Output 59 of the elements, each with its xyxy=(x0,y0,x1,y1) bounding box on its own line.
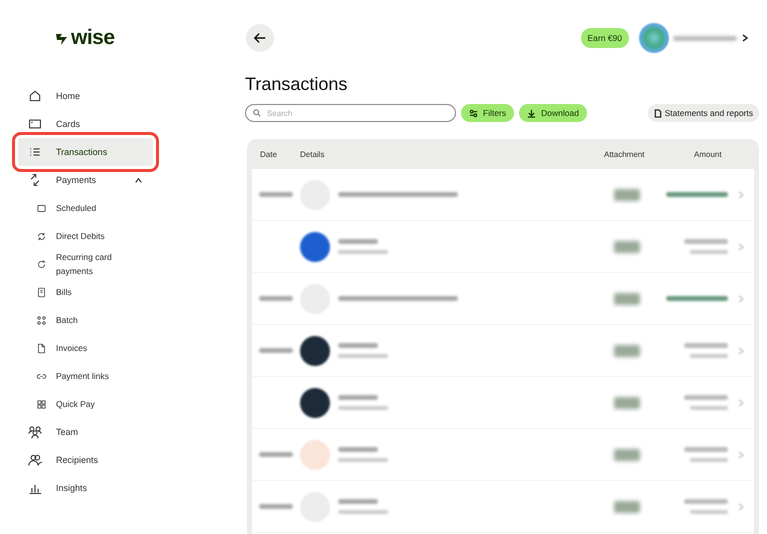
back-button[interactable] xyxy=(246,24,274,52)
sidebar-subitem[interactable]: Payment links xyxy=(18,362,240,390)
sidebar-item[interactable]: Home xyxy=(18,82,153,110)
refresh-icon xyxy=(36,258,47,270)
sidebar-item[interactable]: Transactions xyxy=(18,138,153,166)
download-icon xyxy=(527,108,536,118)
avatar[interactable] xyxy=(639,23,669,53)
sidebar-item[interactable]: Team xyxy=(18,418,153,446)
arrows-icon xyxy=(28,173,42,187)
sidebar-subitem[interactable]: Invoices xyxy=(18,334,240,362)
column-header: Details xyxy=(300,150,326,158)
grid-icon xyxy=(36,398,47,410)
blurred-amount xyxy=(690,458,728,462)
dots-icon xyxy=(36,314,47,326)
card-icon xyxy=(28,117,42,131)
sliders-icon xyxy=(469,108,478,118)
blurred-text xyxy=(338,499,378,504)
logo-text[interactable]: wise xyxy=(71,26,115,50)
arrow-left-icon xyxy=(253,31,267,45)
blurred-amount xyxy=(690,510,728,514)
caret-icon[interactable] xyxy=(134,176,143,184)
document-icon xyxy=(36,342,47,354)
blurred-text xyxy=(338,239,378,244)
blurred-amount xyxy=(690,354,728,358)
blurred-text xyxy=(338,395,378,400)
earn-button[interactable]: Earn €90 xyxy=(580,28,629,48)
page-title: Transactions xyxy=(245,74,348,95)
search-icon xyxy=(253,109,261,117)
document-icon xyxy=(654,108,662,118)
blurred-amount xyxy=(690,250,728,254)
download-button[interactable]: Download xyxy=(519,104,587,122)
blurred-text xyxy=(338,343,378,348)
sidebar-item[interactable]: Cards xyxy=(18,110,153,138)
filters-button[interactable]: Filters xyxy=(461,104,514,122)
sidebar-subitem[interactable]: Quick Pay xyxy=(18,390,240,418)
blurred-name xyxy=(673,36,737,40)
home-icon xyxy=(28,89,42,103)
sidebar-item[interactable]: Insights xyxy=(18,474,153,502)
sidebar-item[interactable]: Recipients xyxy=(18,446,153,474)
column-header: Attachment xyxy=(604,150,646,158)
sidebar-subitem[interactable]: Batch xyxy=(18,306,240,334)
team-icon xyxy=(28,425,42,439)
receipt-icon xyxy=(36,286,47,298)
calendar-icon xyxy=(36,202,47,214)
column-header: Amount xyxy=(694,150,723,158)
people-icon xyxy=(28,453,42,467)
statements-button[interactable]: Statements and reports xyxy=(648,104,759,122)
column-header: Date xyxy=(259,150,278,158)
search-field[interactable]: Search xyxy=(245,104,456,122)
sync-icon xyxy=(36,230,47,242)
sidebar-subitem[interactable]: Direct Debits xyxy=(18,222,240,250)
flag-icon xyxy=(55,31,69,45)
sidebar-subitem[interactable]: Recurring card payments xyxy=(18,250,240,278)
blurred-text xyxy=(338,447,378,452)
sidebar-subitem[interactable]: Bills xyxy=(18,278,240,306)
sidebar-subitem[interactable]: Scheduled xyxy=(18,194,240,222)
blurred-amount xyxy=(690,406,728,410)
sidebar-item[interactable]: Payments xyxy=(18,166,153,194)
chevron-icon[interactable] xyxy=(741,34,749,42)
